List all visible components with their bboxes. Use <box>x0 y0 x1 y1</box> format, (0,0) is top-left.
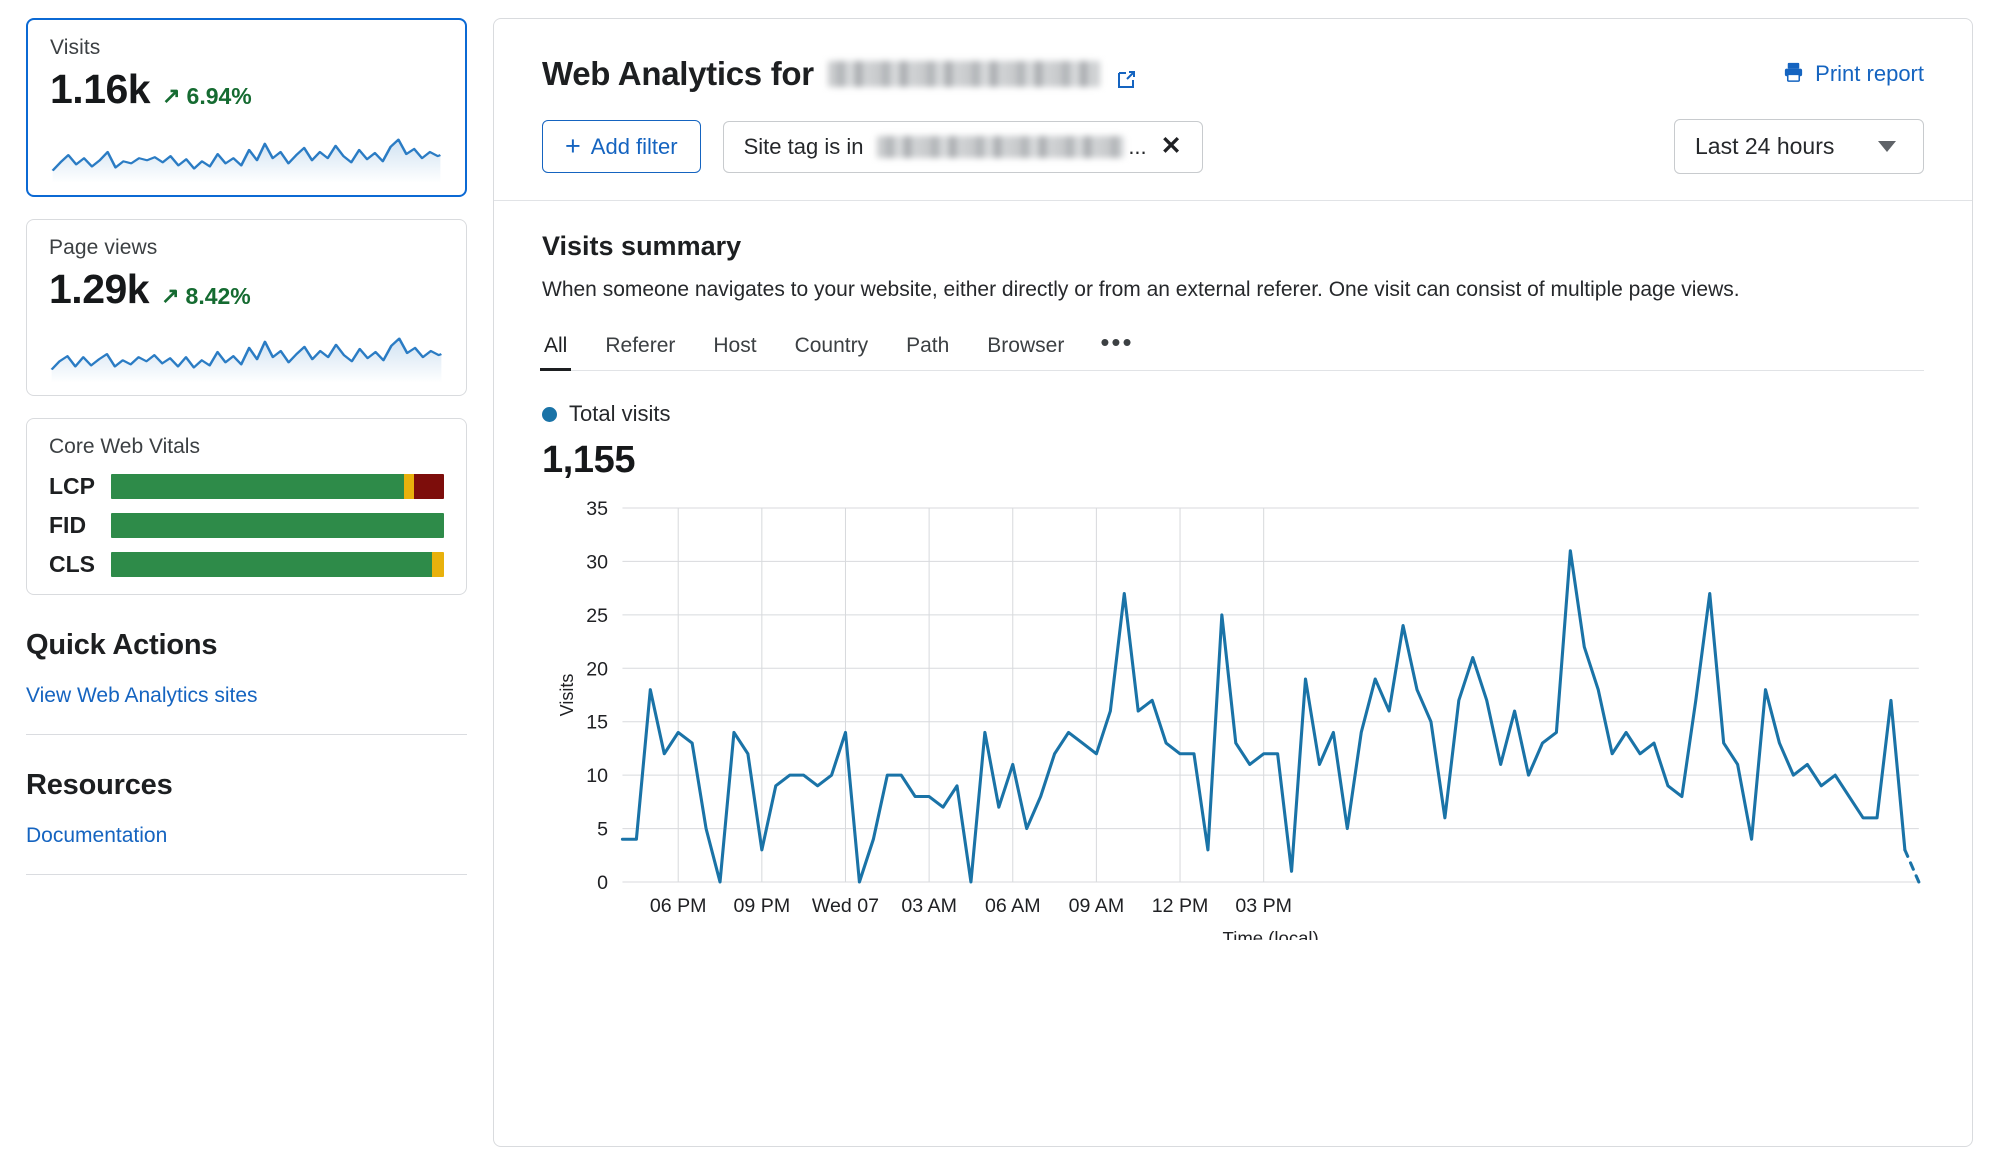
svg-text:25: 25 <box>586 606 608 627</box>
core-web-vitals-title: Core Web Vitals <box>49 435 444 459</box>
add-filter-label: Add filter <box>591 134 678 160</box>
page-title-prefix: Web Analytics for <box>542 55 814 93</box>
sidebar-divider-2 <box>26 874 467 875</box>
svg-text:30: 30 <box>586 553 608 574</box>
filter-chip-value-redacted <box>877 136 1124 158</box>
cwv-segment-good <box>111 552 432 577</box>
filter-chip-site-tag[interactable]: Site tag is in ... ✕ <box>723 121 1203 173</box>
metric-card-value: 1.16k <box>50 66 150 113</box>
add-filter-button[interactable]: + Add filter <box>542 120 701 173</box>
metric-card-delta: ↗ 8.42% <box>161 283 251 310</box>
cwv-bar <box>111 552 444 577</box>
link-view-web-analytics-sites[interactable]: View Web Analytics sites <box>26 684 467 708</box>
date-range-value: Last 24 hours <box>1695 133 1834 160</box>
cwv-row-fid: FID <box>49 512 444 539</box>
main-body: Visits summary When someone navigates to… <box>494 201 1972 1146</box>
metric-card-delta-value: 8.42% <box>186 283 251 310</box>
visits-chart[interactable]: 0 5 10 15 20 25 30 35 06 PM 09 PM Wed 07 03 AM 06 AM… <box>542 500 1924 1126</box>
cwv-segment-needs-improvement <box>404 474 414 499</box>
metric-card-label: Visits <box>50 36 443 60</box>
filter-chip-ellipsis: ... <box>1128 134 1146 160</box>
chevron-down-icon <box>1878 141 1896 152</box>
svg-text:Time (local): Time (local) <box>1223 927 1319 940</box>
metric-card-value: 1.29k <box>49 266 149 313</box>
ellipsis-icon[interactable]: ••• <box>1100 327 1133 370</box>
web-analytics-dashboard: Visits 1.16k ↗ 6.94% <box>0 0 1999 1165</box>
svg-text:0: 0 <box>597 873 608 894</box>
cwv-bar <box>111 474 444 499</box>
tab-all[interactable]: All <box>542 326 569 370</box>
main-header: Web Analytics for <box>494 19 1972 201</box>
sidebar-divider-1 <box>26 734 467 735</box>
cwv-row-cls: CLS <box>49 551 444 578</box>
link-documentation[interactable]: Documentation <box>26 824 467 848</box>
sidebar: Visits 1.16k ↗ 6.94% <box>0 0 493 1165</box>
date-range-select[interactable]: Last 24 hours <box>1674 119 1924 174</box>
cwv-row-lcp: LCP <box>49 473 444 500</box>
svg-text:06 PM: 06 PM <box>650 896 707 917</box>
svg-text:35: 35 <box>586 500 608 520</box>
svg-text:03 AM: 03 AM <box>901 896 957 917</box>
svg-text:09 PM: 09 PM <box>734 896 791 917</box>
cwv-segment-good <box>111 474 404 499</box>
filter-chip-label: Site tag is in <box>744 134 864 160</box>
svg-text:12 PM: 12 PM <box>1152 896 1209 917</box>
filter-bar: + Add filter Site tag is in ... ✕ Last 2… <box>542 119 1924 174</box>
arrow-up-right-icon: ↗ <box>161 285 179 307</box>
svg-text:15: 15 <box>586 713 608 734</box>
visits-summary-title: Visits summary <box>542 231 1924 262</box>
metric-card-visits[interactable]: Visits 1.16k ↗ 6.94% <box>26 18 467 197</box>
quick-actions-heading: Quick Actions <box>26 629 467 662</box>
cwv-bar <box>111 513 444 538</box>
cwv-metric-name: CLS <box>49 551 111 578</box>
tab-referer[interactable]: Referer <box>603 326 677 370</box>
svg-text:Wed 07: Wed 07 <box>812 896 879 917</box>
cwv-segment-needs-improvement <box>432 552 444 577</box>
core-web-vitals-card[interactable]: Core Web Vitals LCP FID CLS <box>26 418 467 595</box>
svg-text:09 AM: 09 AM <box>1069 896 1125 917</box>
cwv-segment-poor <box>414 474 444 499</box>
svg-text:06 AM: 06 AM <box>985 896 1041 917</box>
svg-text:5: 5 <box>597 820 608 841</box>
summary-tabs: All Referer Host Country Path Browser ••… <box>542 326 1924 371</box>
tab-country[interactable]: Country <box>793 326 871 370</box>
svg-text:10: 10 <box>586 766 608 787</box>
cwv-segment-good <box>111 513 444 538</box>
print-report-label: Print report <box>1815 61 1924 87</box>
cwv-metric-name: LCP <box>49 473 111 500</box>
svg-text:03 PM: 03 PM <box>1235 896 1292 917</box>
cwv-metric-name: FID <box>49 512 111 539</box>
plus-icon: + <box>565 133 581 160</box>
external-link-icon[interactable] <box>1114 62 1138 86</box>
arrow-up-right-icon: ↗ <box>162 85 180 107</box>
print-report-button[interactable]: Print report <box>1782 60 1924 89</box>
resources-heading: Resources <box>26 769 467 802</box>
page-views-sparkline <box>49 321 444 383</box>
chart-legend: Total visits <box>542 401 1924 427</box>
visits-summary-description: When someone navigates to your website, … <box>542 278 1924 302</box>
svg-text:20: 20 <box>586 660 608 681</box>
metric-card-label: Page views <box>49 236 444 260</box>
main-panel: Web Analytics for <box>493 18 1973 1147</box>
page-title: Web Analytics for <box>542 55 1138 93</box>
tab-browser[interactable]: Browser <box>985 326 1066 370</box>
legend-label: Total visits <box>569 401 670 427</box>
metric-card-delta-value: 6.94% <box>187 83 252 110</box>
metric-card-page-views[interactable]: Page views 1.29k ↗ 8.42% <box>26 219 467 396</box>
legend-color-swatch <box>542 407 557 422</box>
printer-icon <box>1782 60 1805 89</box>
total-visits-value: 1,155 <box>542 439 1924 482</box>
site-name-redacted <box>828 61 1100 87</box>
tab-host[interactable]: Host <box>711 326 758 370</box>
visits-sparkline <box>50 121 443 183</box>
metric-card-delta: ↗ 6.94% <box>162 83 252 110</box>
tab-path[interactable]: Path <box>904 326 951 370</box>
close-icon[interactable]: ✕ <box>1161 134 1182 159</box>
svg-text:Visits: Visits <box>556 674 577 717</box>
